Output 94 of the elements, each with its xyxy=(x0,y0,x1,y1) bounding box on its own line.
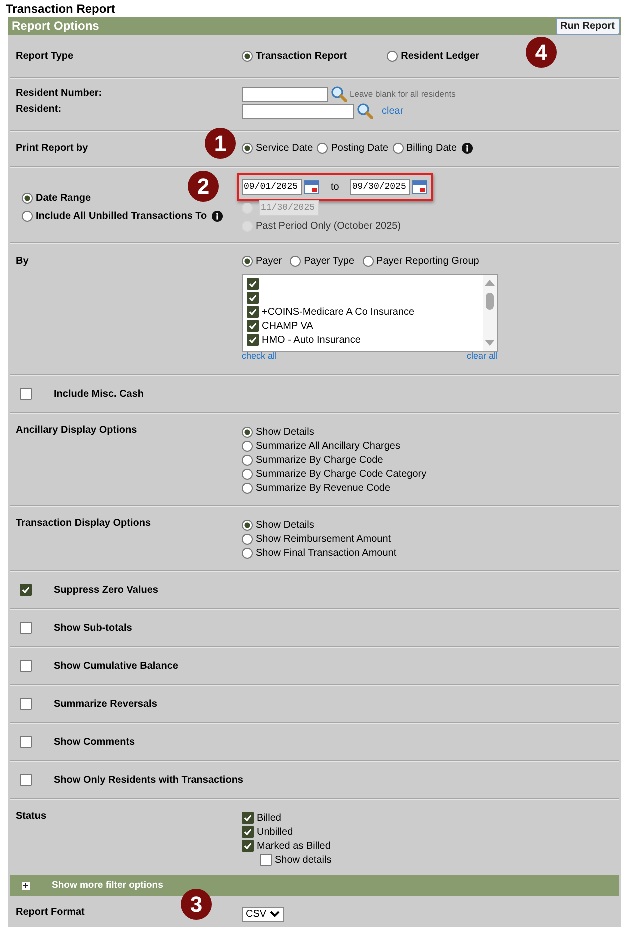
field-label: By xyxy=(16,256,29,267)
checkbox[interactable] xyxy=(242,840,254,852)
radio-button[interactable] xyxy=(22,192,33,204)
radio-button[interactable] xyxy=(242,534,253,544)
radio-button[interactable] xyxy=(22,210,33,222)
radio-option[interactable]: Resident Ledger xyxy=(387,51,480,62)
checkbox-label: Summarize Reversals xyxy=(54,698,158,710)
checkbox[interactable] xyxy=(260,854,272,866)
resident-field[interactable] xyxy=(242,104,354,118)
resident-number-field[interactable] xyxy=(242,86,328,102)
checkbox[interactable] xyxy=(247,306,259,318)
checkbox-label: Show Cumulative Balance xyxy=(54,660,178,672)
run-report-button[interactable]: Run Report xyxy=(556,18,620,34)
radio-button[interactable] xyxy=(387,51,398,62)
list-item[interactable]: CHAMP VA xyxy=(262,320,314,332)
chevron-icon xyxy=(270,911,280,918)
checkbox-label: Suppress Zero Values xyxy=(54,584,158,596)
end-date-field[interactable]: 09/30/2025 xyxy=(350,179,410,195)
field-label: Transaction Display Options xyxy=(16,518,152,529)
checkbox-label: Show Only Residents with Transactions xyxy=(54,774,244,786)
checkbox[interactable] xyxy=(20,774,32,786)
checkbox[interactable] xyxy=(247,334,259,346)
radio-option[interactable]: Service Date xyxy=(242,143,314,154)
radio-option[interactable]: Show Details xyxy=(242,425,619,439)
checkbox-label: Include Misc. Cash xyxy=(54,388,144,400)
checkbox[interactable] xyxy=(242,812,254,824)
list-item[interactable]: HMO - Auto Insurance xyxy=(262,334,361,346)
radio-button[interactable] xyxy=(242,256,253,267)
to-label: to xyxy=(331,182,340,192)
radio-option[interactable]: Date Range xyxy=(22,192,92,204)
radio-option[interactable]: Billing Date xyxy=(392,143,458,154)
radio-option[interactable]: Transaction Report xyxy=(242,51,348,62)
checkbox[interactable] xyxy=(247,292,259,304)
radio-option[interactable]: Summarize By Revenue Code xyxy=(242,481,619,495)
checkbox-label: Show Sub-totals xyxy=(54,622,132,634)
radio-button[interactable] xyxy=(242,468,253,480)
radio-button[interactable] xyxy=(392,143,404,154)
field-label: Report Type xyxy=(16,51,74,62)
checkbox[interactable] xyxy=(20,736,32,748)
calendar-icon[interactable] xyxy=(304,179,320,195)
checkbox-option[interactable]: Unbilled xyxy=(242,825,619,839)
format-select[interactable]: CSV xyxy=(242,907,284,922)
search-icon[interactable] xyxy=(331,86,347,102)
hint-text: Leave blank for all residents xyxy=(350,89,456,99)
field-label: Status xyxy=(16,811,47,822)
checkbox[interactable] xyxy=(20,660,32,672)
payer-list[interactable]: +COINS-Medicare A Co Insurance CHAMP VA HMO - Auto Insurance xyxy=(242,274,498,352)
checkbox[interactable] xyxy=(20,622,32,634)
search-icon[interactable] xyxy=(357,103,373,119)
calendar-icon[interactable] xyxy=(412,179,428,195)
radio-option[interactable]: Show Details xyxy=(242,518,619,532)
radio-option[interactable]: Summarize By Charge Code xyxy=(242,453,619,467)
radio-option[interactable]: Include All Unbilled Transactions To xyxy=(22,210,208,222)
list-item[interactable]: +COINS-Medicare A Co Insurance xyxy=(262,306,415,318)
field-label: Resident: xyxy=(16,103,63,117)
checkbox[interactable] xyxy=(20,388,32,400)
radio-button[interactable] xyxy=(242,426,253,438)
radio-option[interactable]: Summarize By Charge Code Category xyxy=(242,467,619,481)
radio-option[interactable]: Show Reimbursement Amount xyxy=(242,532,619,546)
radio-button[interactable] xyxy=(242,143,253,154)
checkbox[interactable] xyxy=(247,278,259,290)
radio-option[interactable]: Summarize All Ancillary Charges xyxy=(242,439,619,453)
checkbox-option[interactable]: Billed xyxy=(242,811,619,825)
scrollbar[interactable] xyxy=(483,275,497,351)
checkbox-label: Show Comments xyxy=(54,736,136,748)
radio-option[interactable]: Posting Date xyxy=(317,143,389,154)
checkbox[interactable] xyxy=(20,698,32,710)
radio-button[interactable] xyxy=(242,482,253,494)
radio-option[interactable]: Payer xyxy=(242,256,282,267)
field-label: Resident Number: xyxy=(16,87,104,101)
radio-button[interactable] xyxy=(290,256,302,267)
radio-option[interactable]: Payer Type xyxy=(290,256,355,267)
radio-option[interactable]: Payer Reporting Group xyxy=(362,256,480,267)
checkbox[interactable] xyxy=(20,584,32,596)
field-label: Ancillary Display Options xyxy=(16,425,138,436)
checkbox-option[interactable]: Marked as Billed xyxy=(242,839,619,853)
plus-icon[interactable] xyxy=(22,882,30,890)
radio-option[interactable]: Show Final Transaction Amount xyxy=(242,546,619,560)
panel-title: Report Options xyxy=(12,19,100,33)
checkbox-option[interactable]: Show details xyxy=(260,853,619,867)
radio-button[interactable] xyxy=(362,256,374,267)
filter-options-label: Show more filter options xyxy=(52,880,164,891)
field-label: Print Report by xyxy=(16,143,88,154)
radio-button[interactable] xyxy=(242,440,253,452)
radio-button[interactable] xyxy=(242,51,253,62)
start-date-field[interactable]: 09/01/2025 xyxy=(242,179,302,195)
radio-button[interactable] xyxy=(242,454,253,466)
radio-button[interactable] xyxy=(242,548,253,558)
page-title: Transaction Report xyxy=(5,1,116,17)
checkbox[interactable] xyxy=(247,320,259,332)
checkbox[interactable] xyxy=(242,826,254,838)
radio-button[interactable] xyxy=(317,143,328,154)
field-label: Report Format xyxy=(16,907,85,918)
radio-button[interactable] xyxy=(242,520,253,530)
